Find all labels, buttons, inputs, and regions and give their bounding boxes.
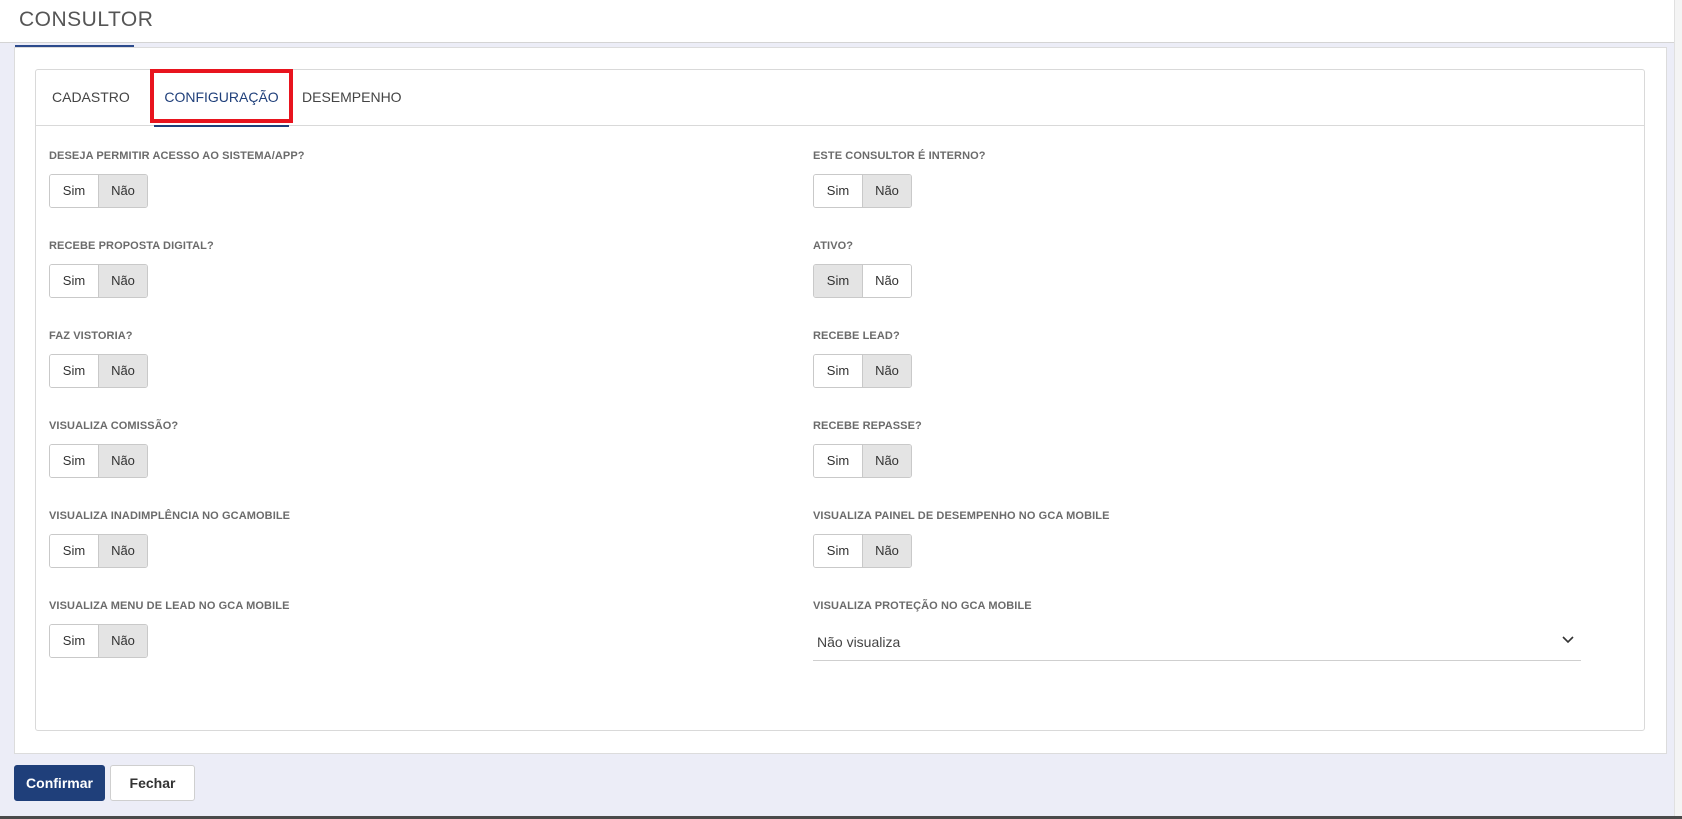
- tab-label: CONFIGURAÇÃO: [164, 89, 279, 105]
- field-lead-menu: VISUALIZA MENU DE LEAD NO GCA MOBILE Sim…: [49, 600, 290, 658]
- tab-bar: CADASTRO CONFIGURAÇÃO DESEMPENHO: [36, 69, 1644, 127]
- chevron-down-icon: [1562, 636, 1574, 644]
- vertical-scrollbar[interactable]: [1674, 0, 1682, 819]
- field-label: ESTE CONSULTOR É INTERNO?: [813, 150, 986, 162]
- lead-menu-toggle: Sim Não: [49, 624, 148, 658]
- field-label: RECEBE REPASSE?: [813, 420, 922, 432]
- internal-toggle: Sim Não: [813, 174, 912, 208]
- field-receive-transfer: RECEBE REPASSE? Sim Não: [813, 420, 922, 478]
- field-commission: VISUALIZA COMISSÃO? Sim Não: [49, 420, 179, 478]
- toggle-yes[interactable]: Sim: [50, 355, 98, 387]
- digital-proposal-toggle: Sim Não: [49, 264, 148, 298]
- toggle-yes[interactable]: Sim: [814, 265, 862, 297]
- field-label: FAZ VISTORIA?: [49, 330, 133, 342]
- field-label: RECEBE LEAD?: [813, 330, 900, 342]
- toggle-yes[interactable]: Sim: [50, 535, 98, 567]
- toggle-no[interactable]: Não: [98, 445, 147, 477]
- inspection-toggle: Sim Não: [49, 354, 148, 388]
- page-title: CONSULTOR: [19, 8, 154, 31]
- toggle-no[interactable]: Não: [98, 175, 147, 207]
- field-allow-access: DESEJA PERMITIR ACESSO AO SISTEMA/APP? S…: [49, 150, 305, 208]
- field-label: DESEJA PERMITIR ACESSO AO SISTEMA/APP?: [49, 150, 305, 162]
- toggle-no[interactable]: Não: [862, 535, 911, 567]
- toggle-no[interactable]: Não: [98, 355, 147, 387]
- field-label: ATIVO?: [813, 240, 854, 252]
- receive-lead-toggle: Sim Não: [813, 354, 912, 388]
- page-header: CONSULTOR: [0, 0, 1682, 43]
- active-toggle: Sim Não: [813, 264, 912, 298]
- tab-label: CADASTRO: [52, 89, 130, 105]
- tab-label: DESEMPENHO: [302, 89, 402, 105]
- toggle-yes[interactable]: Sim: [50, 445, 98, 477]
- field-label: RECEBE PROPOSTA DIGITAL?: [49, 240, 214, 252]
- close-button[interactable]: Fechar: [110, 765, 195, 801]
- tab-desempenho[interactable]: DESEMPENHO: [302, 70, 402, 125]
- commission-toggle: Sim Não: [49, 444, 148, 478]
- active-tab-indicator: [154, 125, 289, 127]
- toggle-no[interactable]: Não: [862, 355, 911, 387]
- toggle-yes[interactable]: Sim: [814, 175, 862, 207]
- toggle-no[interactable]: Não: [98, 265, 147, 297]
- toggle-yes[interactable]: Sim: [50, 175, 98, 207]
- protection-select[interactable]: Não visualiza: [813, 626, 1581, 661]
- tab-configuracao[interactable]: CONFIGURAÇÃO: [154, 70, 289, 127]
- field-label: VISUALIZA PAINEL DE DESEMPENHO NO GCA MO…: [813, 510, 1110, 522]
- receive-transfer-toggle: Sim Não: [813, 444, 912, 478]
- toggle-yes[interactable]: Sim: [814, 445, 862, 477]
- field-digital-proposal: RECEBE PROPOSTA DIGITAL? Sim Não: [49, 240, 214, 298]
- field-performance-panel: VISUALIZA PAINEL DE DESEMPENHO NO GCA MO…: [813, 510, 1110, 568]
- performance-panel-toggle: Sim Não: [813, 534, 912, 568]
- tab-cadastro[interactable]: CADASTRO: [52, 70, 130, 125]
- toggle-yes[interactable]: Sim: [814, 535, 862, 567]
- delinquency-toggle: Sim Não: [49, 534, 148, 568]
- toggle-no[interactable]: Não: [862, 445, 911, 477]
- field-label: VISUALIZA COMISSÃO?: [49, 420, 179, 432]
- allow-access-toggle: Sim Não: [49, 174, 148, 208]
- toggle-yes[interactable]: Sim: [50, 265, 98, 297]
- toggle-yes[interactable]: Sim: [50, 625, 98, 657]
- field-label: VISUALIZA PROTEÇÃO NO GCA MOBILE: [813, 600, 1032, 612]
- field-protection: VISUALIZA PROTEÇÃO NO GCA MOBILE Não vis…: [813, 600, 1581, 661]
- consultant-card: CADASTRO CONFIGURAÇÃO DESEMPENHO DESEJA …: [35, 69, 1645, 731]
- toggle-no[interactable]: Não: [98, 625, 147, 657]
- toggle-yes[interactable]: Sim: [814, 355, 862, 387]
- toggle-no[interactable]: Não: [862, 175, 911, 207]
- field-delinquency: VISUALIZA INADIMPLÊNCIA NO GCAMOBILE Sim…: [49, 510, 291, 568]
- field-internal: ESTE CONSULTOR É INTERNO? Sim Não: [813, 150, 986, 208]
- toggle-no[interactable]: Não: [862, 265, 911, 297]
- toggle-no[interactable]: Não: [98, 535, 147, 567]
- field-label: VISUALIZA INADIMPLÊNCIA NO GCAMOBILE: [49, 510, 291, 522]
- field-receive-lead: RECEBE LEAD? Sim Não: [813, 330, 912, 388]
- select-value: Não visualiza: [817, 634, 901, 650]
- confirm-button[interactable]: Confirmar: [14, 765, 105, 801]
- field-label: VISUALIZA MENU DE LEAD NO GCA MOBILE: [49, 600, 290, 612]
- field-inspection: FAZ VISTORIA? Sim Não: [49, 330, 148, 388]
- field-active: ATIVO? Sim Não: [813, 240, 912, 298]
